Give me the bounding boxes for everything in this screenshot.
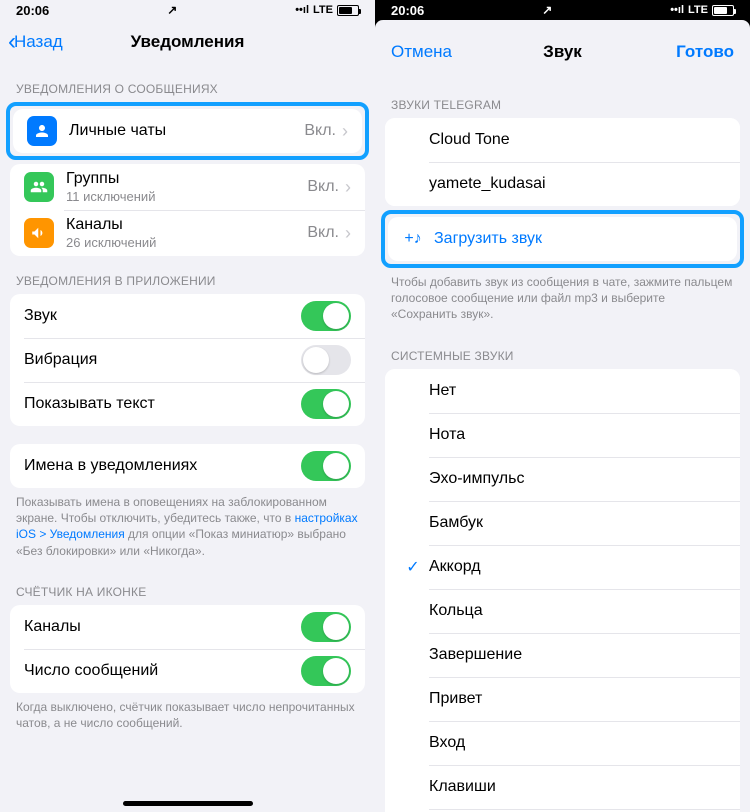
row-names[interactable]: Имена в уведомлениях — [10, 444, 365, 488]
music-plus-icon: +♪ — [402, 230, 424, 248]
toggle-names[interactable] — [301, 451, 351, 481]
row-sound[interactable]: Звук — [10, 294, 365, 338]
upload-sound-button[interactable]: +♪ Загрузить звук — [388, 217, 737, 261]
status-time: 20:06 — [391, 3, 424, 18]
row-preview[interactable]: Показывать текст — [10, 382, 365, 426]
sound-label: Кольца — [429, 602, 483, 620]
section-header-telegram-sounds: ЗВУКИ TELEGRAM — [375, 80, 750, 118]
home-indicator — [123, 801, 253, 806]
sound-label: Завершение — [429, 646, 522, 664]
status-right: ••ıl LTE — [670, 4, 734, 16]
row-badge-count[interactable]: Число сообщений — [10, 649, 365, 693]
toggle-sound[interactable] — [301, 301, 351, 331]
checkmark-icon: ✓ — [401, 557, 425, 577]
sheet-header: Отмена Звук Готово — [375, 24, 750, 80]
toggle-badge-channels[interactable] — [301, 612, 351, 642]
sound-label: Нота — [429, 426, 465, 444]
sound-label: Аккорд — [429, 558, 481, 576]
status-time: 20:06 — [16, 3, 49, 18]
row-badge-channels[interactable]: Каналы — [10, 605, 365, 649]
toggle-vibration[interactable] — [301, 345, 351, 375]
cancel-button[interactable]: Отмена — [391, 42, 452, 62]
status-right: ••ıl LTE — [295, 4, 359, 16]
chevron-right-icon: › — [345, 223, 351, 244]
sound-label: Вход — [429, 734, 465, 752]
sound-option[interactable]: Нота — [385, 413, 740, 457]
sound-yamete[interactable]: yamete_kudasai — [385, 162, 740, 206]
highlight-private-chats: Личные чаты Вкл. › — [6, 102, 369, 160]
phone-notifications: 20:06 ↗ ••ıl LTE ‹ Назад Уведомления УВЕ… — [0, 0, 375, 812]
sound-option[interactable]: Бамбук — [385, 501, 740, 545]
sound-option[interactable]: Эхо-импульс — [385, 457, 740, 501]
footer-telegram-sounds: Чтобы добавить звук из сообщения в чате,… — [375, 268, 750, 331]
sound-label: Нет — [429, 382, 456, 400]
row-private-chats[interactable]: Личные чаты Вкл. › — [13, 109, 362, 153]
person-icon — [27, 116, 57, 146]
page-title: Уведомления — [131, 32, 245, 52]
sound-option[interactable]: Завершение — [385, 633, 740, 677]
nav-bar: ‹ Назад Уведомления — [0, 20, 375, 64]
sound-option[interactable]: Привет — [385, 677, 740, 721]
section-header-messages: УВЕДОМЛЕНИЯ О СООБЩЕНИЯХ — [0, 64, 375, 102]
sound-option[interactable]: Нет — [385, 369, 740, 413]
status-bar: 20:06 ↗ ••ıl LTE — [375, 0, 750, 20]
row-groups[interactable]: Группы 11 исключений Вкл. › — [10, 164, 365, 210]
battery-icon — [337, 5, 359, 16]
battery-icon — [712, 5, 734, 16]
sound-option[interactable]: Клавиши — [385, 765, 740, 809]
sound-option[interactable]: ✓Аккорд — [385, 545, 740, 589]
row-channels[interactable]: Каналы 26 исключений Вкл. › — [10, 210, 365, 256]
section-header-inapp: УВЕДОМЛЕНИЯ В ПРИЛОЖЕНИИ — [0, 256, 375, 294]
sound-label: Эхо-импульс — [429, 470, 524, 488]
sound-option[interactable]: Вход — [385, 721, 740, 765]
phone-sound-picker: 20:06 ↗ ••ıl LTE Отмена Звук Готово ЗВУК… — [375, 0, 750, 812]
sound-option[interactable]: Кольца — [385, 589, 740, 633]
group-icon — [24, 172, 54, 202]
row-vibration[interactable]: Вибрация — [10, 338, 365, 382]
footer-names: Показывать имена в оповещениях на заблок… — [0, 488, 375, 567]
sound-label: Привет — [429, 690, 482, 708]
toggle-badge-count[interactable] — [301, 656, 351, 686]
chevron-right-icon: › — [345, 177, 351, 198]
megaphone-icon — [24, 218, 54, 248]
done-button[interactable]: Готово — [676, 42, 734, 62]
section-header-system-sounds: СИСТЕМНЫЕ ЗВУКИ — [375, 331, 750, 369]
sound-label: Бамбук — [429, 514, 483, 532]
section-header-badge: СЧЁТЧИК НА ИКОНКЕ — [0, 567, 375, 605]
chevron-right-icon: › — [342, 121, 348, 142]
sound-cloud-tone[interactable]: Cloud Tone — [385, 118, 740, 162]
footer-badge: Когда выключено, счётчик показывает числ… — [0, 693, 375, 739]
sound-option[interactable]: Попкорн — [385, 809, 740, 812]
status-bar: 20:06 ↗ ••ıl LTE — [0, 0, 375, 20]
sound-label: Клавиши — [429, 778, 496, 796]
toggle-preview[interactable] — [301, 389, 351, 419]
sheet-title: Звук — [543, 42, 582, 62]
back-button[interactable]: ‹ Назад — [8, 20, 63, 64]
